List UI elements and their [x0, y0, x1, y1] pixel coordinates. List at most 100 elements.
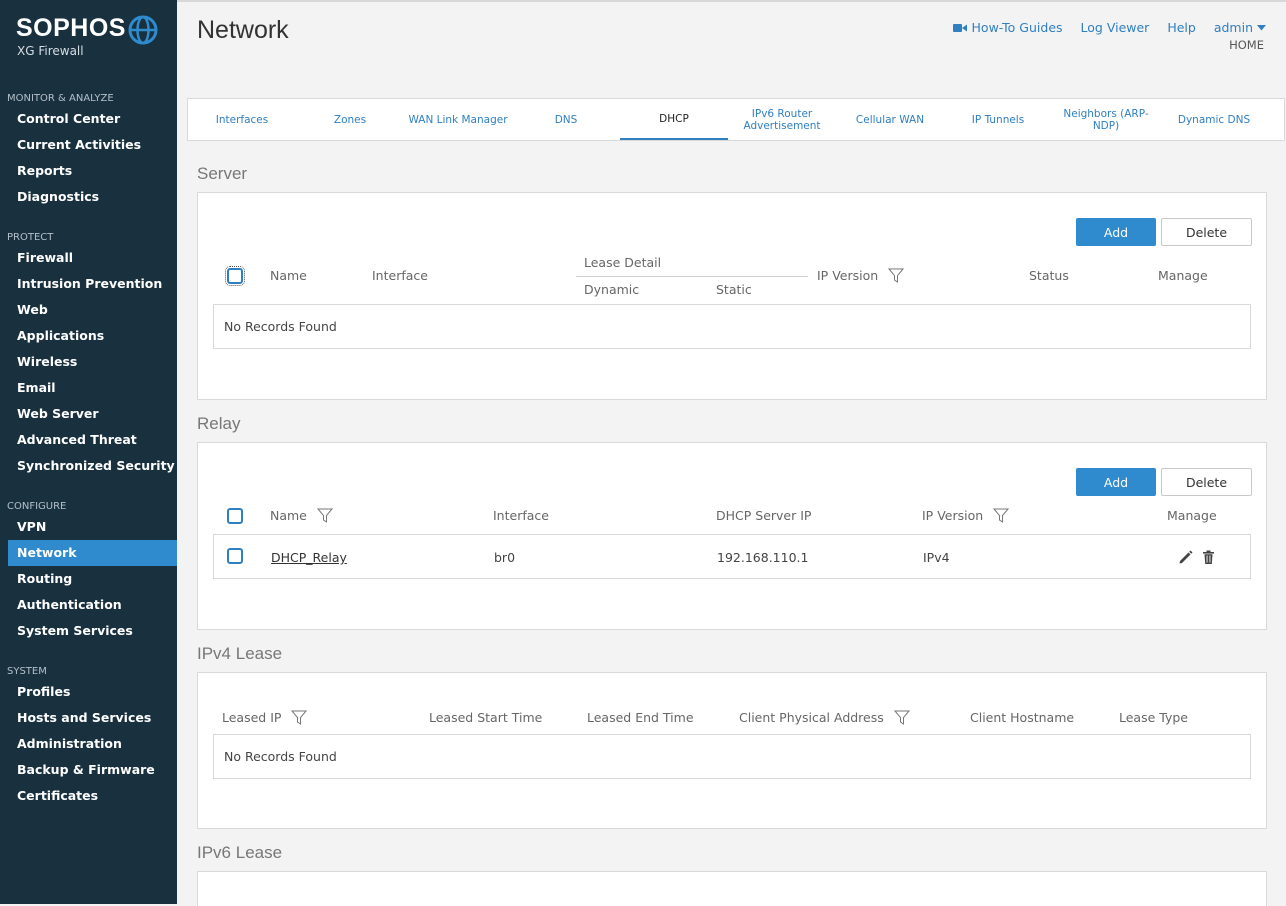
relay-ip-version: IPv4	[923, 550, 950, 565]
relay-name-link[interactable]: DHCP_Relay	[271, 550, 347, 565]
tab-dhcp[interactable]: DHCP	[620, 99, 728, 140]
tab-neighbors[interactable]: Neighbors (ARP-NDP)	[1052, 99, 1160, 140]
relay-dhcp-server-ip: 192.168.110.1	[717, 550, 809, 565]
server-col-manage: Manage	[1158, 268, 1208, 283]
nav-item-wireless[interactable]: Wireless	[0, 349, 177, 375]
nav-item-firewall[interactable]: Firewall	[0, 245, 177, 271]
nav-heading: SYSTEM	[7, 666, 47, 677]
lease-col-leased-ip-label: Leased IP	[222, 710, 282, 725]
nav-item-reports[interactable]: Reports	[0, 158, 177, 184]
nav-item-web[interactable]: Web	[0, 297, 177, 323]
relay-col-ip-version-label: IP Version	[922, 508, 984, 523]
tab-bar: Interfaces Zones WAN Link Manager DNS DH…	[187, 98, 1285, 141]
relay-add-button[interactable]: Add	[1076, 468, 1156, 496]
nav-item-current-activities[interactable]: Current Activities	[0, 132, 177, 158]
server-col-ip-version-label: IP Version	[817, 268, 879, 283]
lease-col-leased-ip: Leased IP	[222, 710, 308, 725]
nav-section-system: SYSTEM Profiles Hosts and Services Admin…	[0, 665, 177, 809]
nav-item-routing[interactable]: Routing	[0, 566, 177, 592]
relay-select-all-checkbox[interactable]	[227, 508, 243, 524]
how-to-guides-link[interactable]: How-To Guides	[952, 20, 1063, 35]
pencil-icon[interactable]	[1178, 550, 1193, 565]
nav-item-backup-firmware[interactable]: Backup & Firmware	[0, 757, 177, 783]
nav-section-monitor: MONITOR & ANALYZE Control Center Current…	[0, 92, 177, 210]
nav-item-web-server[interactable]: Web Server	[0, 401, 177, 427]
relay-interface: br0	[494, 550, 516, 565]
server-col-ip-version: IP Version	[817, 268, 905, 283]
top-links: How-To Guides Log Viewer Help admin	[935, 20, 1266, 35]
lease-col-physical-address: Client Physical Address	[739, 710, 910, 725]
tab-dynamic-dns[interactable]: Dynamic DNS	[1160, 99, 1268, 140]
video-camera-icon	[952, 23, 967, 32]
log-viewer-link[interactable]: Log Viewer	[1081, 20, 1150, 35]
relay-delete-button[interactable]: Delete	[1161, 468, 1252, 496]
server-col-interface: Interface	[372, 268, 428, 283]
lease-empty-text: No Records Found	[224, 749, 337, 764]
nav-item-profiles[interactable]: Profiles	[0, 679, 177, 705]
nav-item-administration[interactable]: Administration	[0, 731, 177, 757]
nav-item-email[interactable]: Email	[0, 375, 177, 401]
nav-item-diagnostics[interactable]: Diagnostics	[0, 184, 177, 210]
home-label: HOME	[1229, 38, 1264, 52]
nav-item-hosts-and-services[interactable]: Hosts and Services	[0, 705, 177, 731]
caret-down-icon	[1257, 24, 1266, 30]
server-delete-button[interactable]: Delete	[1161, 218, 1252, 246]
nav-item-vpn[interactable]: VPN	[0, 514, 177, 540]
nav-heading: CONFIGURE	[7, 501, 67, 512]
nav-item-synchronized-security[interactable]: Synchronized Security	[0, 453, 177, 479]
relay-col-manage: Manage	[1167, 508, 1217, 523]
lease-col-end-time: Leased End Time	[587, 710, 694, 725]
nav-item-advanced-threat[interactable]: Advanced Threat	[0, 427, 177, 453]
trash-icon[interactable]	[1202, 550, 1215, 565]
page-title: Network	[197, 16, 289, 44]
tab-zones[interactable]: Zones	[296, 99, 404, 140]
nav-item-certificates[interactable]: Certificates	[0, 783, 177, 809]
nav-item-intrusion-prevention[interactable]: Intrusion Prevention	[0, 271, 177, 297]
relay-section-title: Relay	[197, 414, 241, 433]
filter-icon[interactable]	[888, 268, 905, 283]
user-name: admin	[1213, 20, 1253, 35]
lease-col-hostname: Client Hostname	[970, 710, 1075, 725]
row-checkbox[interactable]	[227, 548, 243, 564]
lease-col-type: Lease Type	[1119, 710, 1188, 725]
lease-empty-row: No Records Found	[213, 734, 1251, 779]
nav-item-applications[interactable]: Applications	[0, 323, 177, 349]
nav-item-network[interactable]: Network	[8, 540, 177, 566]
relay-col-interface: Interface	[493, 508, 549, 523]
server-select-all-checkbox[interactable]	[225, 266, 245, 286]
server-empty-text: No Records Found	[224, 319, 337, 334]
server-col-dynamic: Dynamic	[584, 282, 640, 297]
tab-cellular-wan[interactable]: Cellular WAN	[836, 99, 944, 140]
tab-ip-tunnels[interactable]: IP Tunnels	[944, 99, 1052, 140]
ipv6-lease-panel	[197, 871, 1267, 906]
lease-col-physical-address-label: Client Physical Address	[739, 710, 884, 725]
globe-icon	[128, 15, 158, 45]
server-panel: Add Delete Name Interface Lease Detail D…	[197, 192, 1267, 400]
relay-col-name-label: Name	[270, 508, 307, 523]
ipv4-lease-section-title: IPv4 Lease	[197, 644, 283, 663]
nav-item-system-services[interactable]: System Services	[0, 618, 177, 644]
filter-icon[interactable]	[893, 710, 910, 725]
user-menu[interactable]: admin	[1214, 20, 1266, 35]
tab-interfaces[interactable]: Interfaces	[188, 99, 296, 140]
help-link[interactable]: Help	[1167, 20, 1196, 35]
sidebar: SOPHOS XG Firewall MONITOR & ANALYZE Con…	[0, 0, 177, 904]
nav-item-control-center[interactable]: Control Center	[0, 106, 177, 132]
filter-icon[interactable]	[993, 508, 1010, 523]
filter-icon[interactable]	[291, 710, 308, 725]
tab-wan-link-manager[interactable]: WAN Link Manager	[404, 99, 512, 140]
relay-panel: Add Delete Name Interface DHCP Server IP…	[197, 442, 1267, 630]
tab-dns[interactable]: DNS	[512, 99, 620, 140]
nav-heading: PROTECT	[7, 232, 54, 243]
lease-detail-divider	[576, 276, 808, 277]
relay-col-dhcp-server-ip: DHCP Server IP	[716, 508, 812, 523]
ipv6-lease-section-title: IPv6 Lease	[197, 843, 283, 862]
tab-ipv6-router-advertisement[interactable]: IPv6 Router Advertisement	[728, 99, 836, 140]
nav-heading: MONITOR & ANALYZE	[7, 93, 114, 104]
filter-icon[interactable]	[316, 508, 333, 523]
nav-item-authentication[interactable]: Authentication	[0, 592, 177, 618]
ipv4-lease-panel: Leased IP Leased Start Time Leased End T…	[197, 672, 1267, 829]
server-add-button[interactable]: Add	[1076, 218, 1156, 246]
product-name: XG Firewall	[17, 44, 84, 58]
sophos-logo[interactable]: SOPHOS XG Firewall	[16, 14, 166, 64]
